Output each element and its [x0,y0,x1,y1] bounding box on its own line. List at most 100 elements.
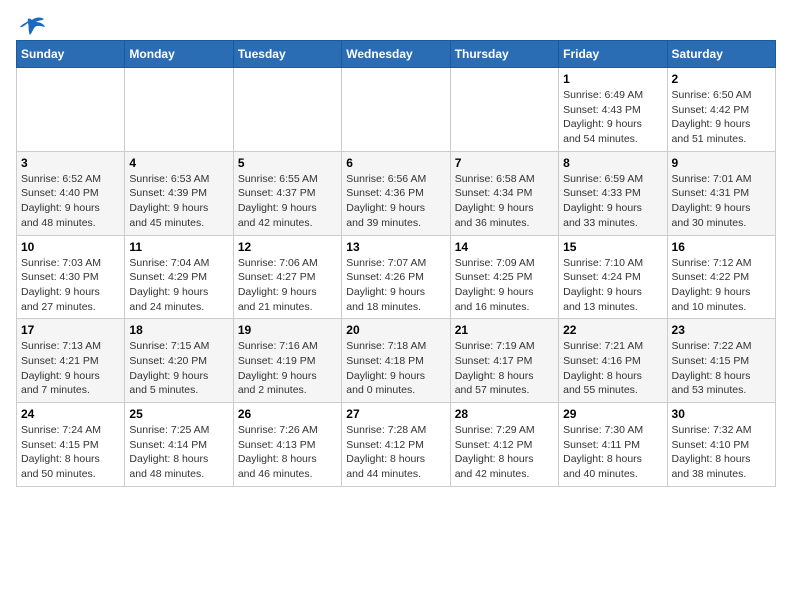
day-info: Sunrise: 6:55 AMSunset: 4:37 PMDaylight:… [238,172,337,231]
day-number: 25 [129,407,228,421]
day-info: Sunrise: 7:09 AMSunset: 4:25 PMDaylight:… [455,256,554,315]
day-info: Sunrise: 6:58 AMSunset: 4:34 PMDaylight:… [455,172,554,231]
calendar-cell: 8 Sunrise: 6:59 AMSunset: 4:33 PMDaylight… [559,151,667,235]
day-info: Sunrise: 7:25 AMSunset: 4:14 PMDaylight:… [129,423,228,482]
calendar-cell: 26Sunrise: 7:26 AMSunset: 4:13 PMDayligh… [233,403,341,487]
weekday-header-tuesday: Tuesday [233,41,341,68]
day-number: 16 [672,240,771,254]
calendar-cell: 2 Sunrise: 6:50 AMSunset: 4:42 PMDaylight… [667,68,775,152]
day-number: 26 [238,407,337,421]
calendar-cell: 14 Sunrise: 7:09 AMSunset: 4:25 PMDayligh… [450,235,558,319]
header [16,16,776,32]
day-info: Sunrise: 7:01 AMSunset: 4:31 PMDaylight:… [672,172,771,231]
calendar-header-row: SundayMondayTuesdayWednesdayThursdayFrid… [17,41,776,68]
day-info: Sunrise: 7:32 AMSunset: 4:10 PMDaylight:… [672,423,771,482]
calendar-cell: 13Sunrise: 7:07 AMSunset: 4:26 PMDayligh… [342,235,450,319]
day-info: Sunrise: 6:52 AMSunset: 4:40 PMDaylight:… [21,172,120,231]
day-number: 3 [21,156,120,170]
day-number: 24 [21,407,120,421]
day-number: 13 [346,240,445,254]
calendar-cell [342,68,450,152]
day-number: 21 [455,323,554,337]
calendar-cell: 16 Sunrise: 7:12 AMSunset: 4:22 PMDayligh… [667,235,775,319]
day-info: Sunrise: 7:29 AMSunset: 4:12 PMDaylight:… [455,423,554,482]
day-number: 22 [563,323,662,337]
weekday-header-monday: Monday [125,41,233,68]
calendar-week-row: 24 Sunrise: 7:24 AMSunset: 4:15 PMDayligh… [17,403,776,487]
calendar-cell: 30 Sunrise: 7:32 AMSunset: 4:10 PMDayligh… [667,403,775,487]
day-number: 11 [129,240,228,254]
day-info: Sunrise: 7:13 AMSunset: 4:21 PMDaylight:… [21,339,120,398]
day-info: Sunrise: 7:12 AMSunset: 4:22 PMDaylight:… [672,256,771,315]
calendar-cell: 27Sunrise: 7:28 AMSunset: 4:12 PMDayligh… [342,403,450,487]
day-number: 4 [129,156,228,170]
calendar-cell: 3 Sunrise: 6:52 AMSunset: 4:40 PMDaylight… [17,151,125,235]
day-number: 1 [563,72,662,86]
weekday-header-sunday: Sunday [17,41,125,68]
day-info: Sunrise: 7:28 AMSunset: 4:12 PMDaylight:… [346,423,445,482]
day-number: 2 [672,72,771,86]
logo-bird-icon [18,16,46,38]
day-number: 14 [455,240,554,254]
calendar-cell [450,68,558,152]
calendar-week-row: 10Sunrise: 7:03 AMSunset: 4:30 PMDayligh… [17,235,776,319]
day-number: 12 [238,240,337,254]
day-number: 28 [455,407,554,421]
calendar-cell: 5 Sunrise: 6:55 AMSunset: 4:37 PMDaylight… [233,151,341,235]
calendar-cell [17,68,125,152]
calendar-cell: 20 Sunrise: 7:18 AMSunset: 4:18 PMDayligh… [342,319,450,403]
calendar-cell: 6Sunrise: 6:56 AMSunset: 4:36 PMDaylight… [342,151,450,235]
day-info: Sunrise: 6:50 AMSunset: 4:42 PMDaylight:… [672,88,771,147]
calendar: SundayMondayTuesdayWednesdayThursdayFrid… [16,40,776,487]
calendar-cell: 9 Sunrise: 7:01 AMSunset: 4:31 PMDaylight… [667,151,775,235]
weekday-header-wednesday: Wednesday [342,41,450,68]
calendar-week-row: 3 Sunrise: 6:52 AMSunset: 4:40 PMDaylight… [17,151,776,235]
calendar-cell: 4 Sunrise: 6:53 AMSunset: 4:39 PMDaylight… [125,151,233,235]
day-info: Sunrise: 7:22 AMSunset: 4:15 PMDaylight:… [672,339,771,398]
day-number: 9 [672,156,771,170]
calendar-cell [233,68,341,152]
calendar-cell: 1Sunrise: 6:49 AMSunset: 4:43 PMDaylight… [559,68,667,152]
calendar-cell: 29 Sunrise: 7:30 AMSunset: 4:11 PMDayligh… [559,403,667,487]
calendar-body: 1Sunrise: 6:49 AMSunset: 4:43 PMDaylight… [17,68,776,487]
calendar-cell [125,68,233,152]
weekday-header-friday: Friday [559,41,667,68]
day-number: 23 [672,323,771,337]
day-info: Sunrise: 7:06 AMSunset: 4:27 PMDaylight:… [238,256,337,315]
calendar-week-row: 17 Sunrise: 7:13 AMSunset: 4:21 PMDayligh… [17,319,776,403]
calendar-cell: 7 Sunrise: 6:58 AMSunset: 4:34 PMDaylight… [450,151,558,235]
weekday-header-saturday: Saturday [667,41,775,68]
day-info: Sunrise: 7:30 AMSunset: 4:11 PMDaylight:… [563,423,662,482]
logo [16,16,46,32]
day-number: 29 [563,407,662,421]
day-info: Sunrise: 7:21 AMSunset: 4:16 PMDaylight:… [563,339,662,398]
calendar-cell: 18 Sunrise: 7:15 AMSunset: 4:20 PMDayligh… [125,319,233,403]
day-info: Sunrise: 7:18 AMSunset: 4:18 PMDaylight:… [346,339,445,398]
calendar-cell: 15Sunrise: 7:10 AMSunset: 4:24 PMDayligh… [559,235,667,319]
calendar-cell: 19Sunrise: 7:16 AMSunset: 4:19 PMDayligh… [233,319,341,403]
calendar-week-row: 1Sunrise: 6:49 AMSunset: 4:43 PMDaylight… [17,68,776,152]
day-info: Sunrise: 7:10 AMSunset: 4:24 PMDaylight:… [563,256,662,315]
day-info: Sunrise: 6:53 AMSunset: 4:39 PMDaylight:… [129,172,228,231]
calendar-cell: 22 Sunrise: 7:21 AMSunset: 4:16 PMDayligh… [559,319,667,403]
calendar-cell: 12 Sunrise: 7:06 AMSunset: 4:27 PMDayligh… [233,235,341,319]
day-info: Sunrise: 6:59 AMSunset: 4:33 PMDaylight:… [563,172,662,231]
day-number: 6 [346,156,445,170]
day-number: 18 [129,323,228,337]
day-info: Sunrise: 7:15 AMSunset: 4:20 PMDaylight:… [129,339,228,398]
day-info: Sunrise: 7:19 AMSunset: 4:17 PMDaylight:… [455,339,554,398]
day-info: Sunrise: 7:24 AMSunset: 4:15 PMDaylight:… [21,423,120,482]
calendar-cell: 28 Sunrise: 7:29 AMSunset: 4:12 PMDayligh… [450,403,558,487]
calendar-cell: 11Sunrise: 7:04 AMSunset: 4:29 PMDayligh… [125,235,233,319]
calendar-cell: 10Sunrise: 7:03 AMSunset: 4:30 PMDayligh… [17,235,125,319]
day-number: 30 [672,407,771,421]
day-number: 20 [346,323,445,337]
calendar-cell: 17 Sunrise: 7:13 AMSunset: 4:21 PMDayligh… [17,319,125,403]
day-number: 8 [563,156,662,170]
calendar-cell: 25 Sunrise: 7:25 AMSunset: 4:14 PMDayligh… [125,403,233,487]
day-number: 7 [455,156,554,170]
day-info: Sunrise: 7:16 AMSunset: 4:19 PMDaylight:… [238,339,337,398]
calendar-cell: 24 Sunrise: 7:24 AMSunset: 4:15 PMDayligh… [17,403,125,487]
day-number: 17 [21,323,120,337]
day-number: 5 [238,156,337,170]
